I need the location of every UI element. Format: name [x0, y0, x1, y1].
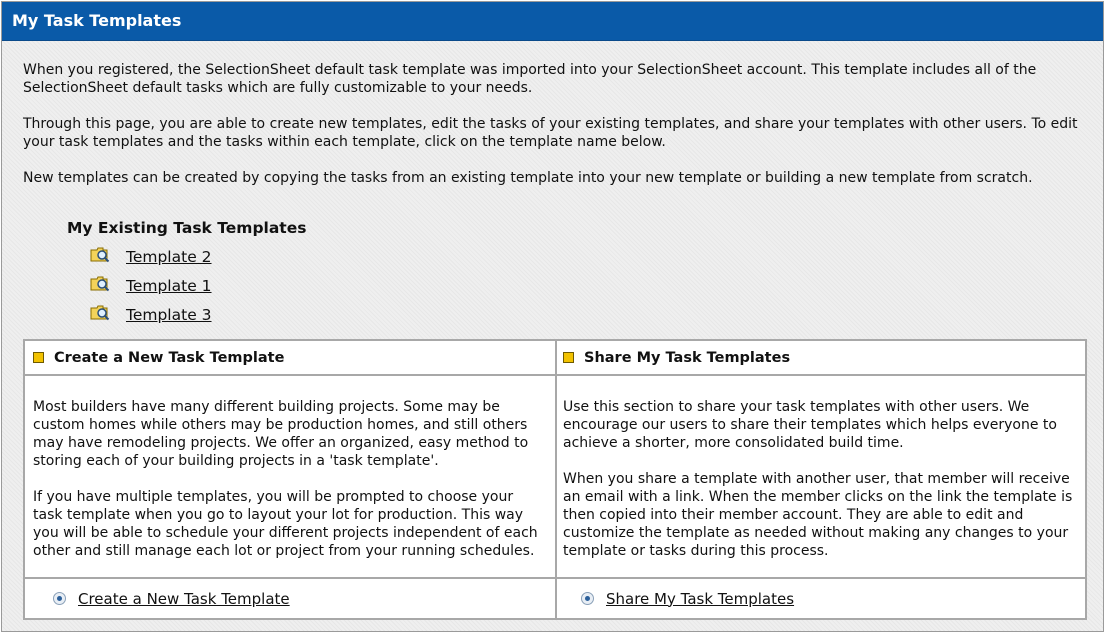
create-template-link[interactable]: Create a New Task Template	[78, 590, 290, 608]
create-section-footer: Create a New Task Template	[25, 579, 555, 618]
create-section-body: Most builders have many different buildi…	[25, 376, 555, 577]
share-section-body: Use this section to share your task temp…	[557, 376, 1085, 577]
folder-search-icon[interactable]	[90, 245, 110, 265]
radio-bullet-icon	[53, 592, 66, 605]
radio-bullet-icon	[581, 592, 594, 605]
share-section-header: Share My Task Templates	[557, 341, 1085, 374]
share-paragraph: Use this section to share your task temp…	[563, 399, 1057, 451]
template-link[interactable]: Template 1	[126, 273, 212, 299]
row-divider	[25, 577, 1085, 579]
options-table: Create a New Task Template Share My Task…	[23, 339, 1087, 620]
share-templates-link[interactable]: Share My Task Templates	[606, 590, 794, 608]
bullet-icon	[563, 352, 574, 363]
existing-templates-heading: My Existing Task Templates	[67, 219, 307, 237]
create-paragraph: If you have multiple templates, you will…	[33, 489, 538, 559]
intro-paragraph: When you registered, the SelectionSheet …	[23, 62, 1037, 96]
folder-search-icon[interactable]	[90, 274, 110, 294]
template-item: Template 3	[90, 303, 212, 332]
intro-text: When you registered, the SelectionSheet …	[23, 61, 1093, 205]
row-divider	[25, 374, 1085, 376]
bullet-icon	[33, 352, 44, 363]
template-link[interactable]: Template 3	[126, 302, 212, 328]
template-item: Template 2	[90, 245, 212, 274]
template-item: Template 1	[90, 274, 212, 303]
create-section-header: Create a New Task Template	[25, 341, 555, 374]
task-templates-panel: My Task Templates When you registered, t…	[1, 1, 1104, 632]
intro-paragraph: New templates can be created by copying …	[23, 170, 1033, 186]
create-section-title: Create a New Task Template	[54, 349, 285, 366]
intro-paragraph: Through this page, you are able to creat…	[23, 116, 1078, 150]
share-section-footer: Share My Task Templates	[557, 579, 1085, 618]
folder-search-icon[interactable]	[90, 303, 110, 323]
page-title: My Task Templates	[2, 2, 1103, 41]
share-paragraph: When you share a template with another u…	[563, 471, 1073, 559]
template-list: Template 2 Template 1 Template 3	[90, 245, 212, 332]
create-paragraph: Most builders have many different buildi…	[33, 399, 529, 469]
template-link[interactable]: Template 2	[126, 244, 212, 270]
share-section-title: Share My Task Templates	[584, 349, 791, 366]
